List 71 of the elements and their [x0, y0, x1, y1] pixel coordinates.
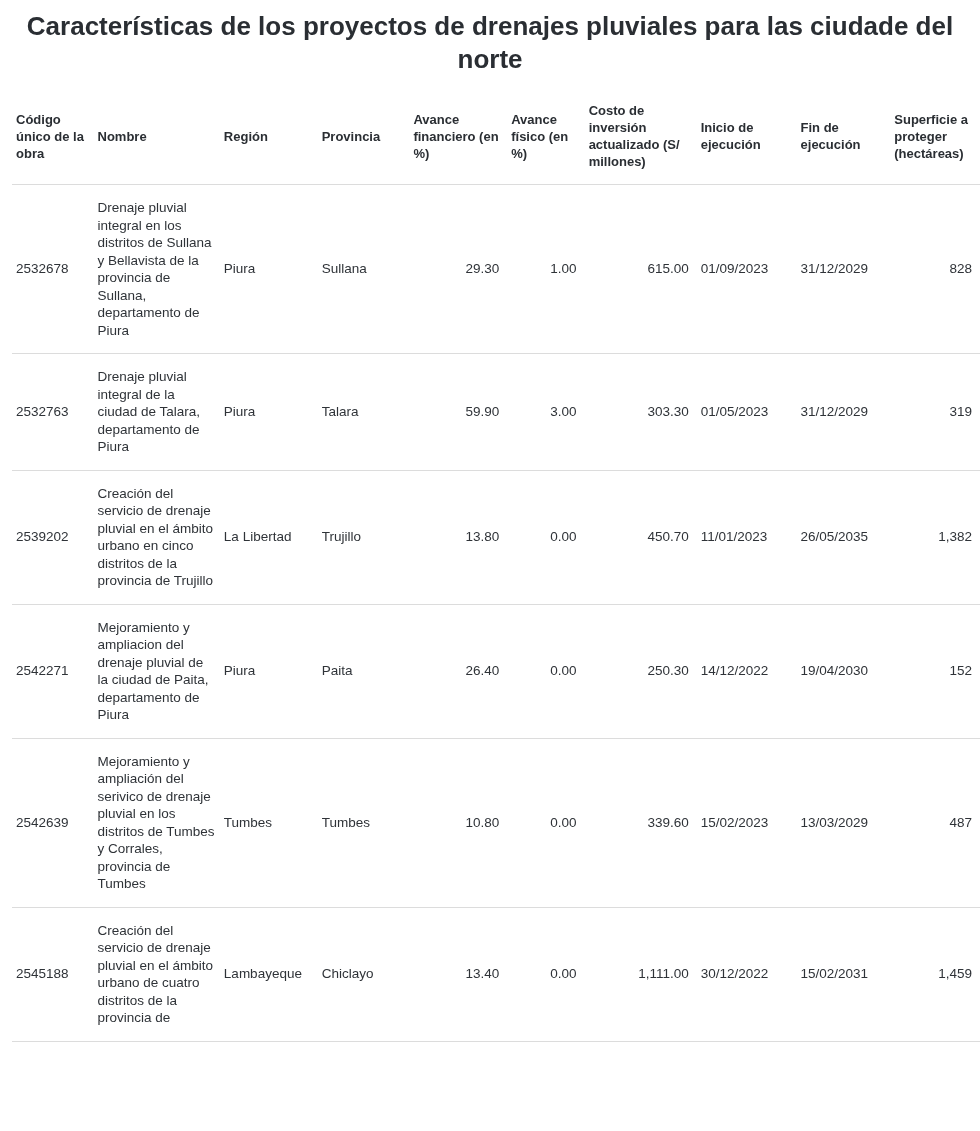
table-cell: 26.40: [409, 604, 508, 738]
table-cell: Paita: [317, 604, 410, 738]
page-title: Características de los proyectos de drenajes pluviales para las ciudade del norte: [25, 10, 955, 76]
table-cell: 59.90: [409, 353, 508, 470]
table-cell: Piura: [219, 604, 318, 738]
table-cell: 15/02/2031: [796, 907, 891, 1041]
table-cell: 2542271: [12, 604, 94, 738]
column-header: Inicio de ejecución: [696, 102, 797, 185]
table-cell: 13.40: [409, 907, 508, 1041]
table-cell: 15/02/2023: [696, 738, 797, 907]
table-cell: 450.70: [584, 470, 697, 604]
table-cell: 2532678: [12, 184, 94, 354]
table-cell: 2542639: [12, 738, 94, 907]
table-cell: Mejoramiento y ampliación del serivico de drenaje pluvial en los distritos de Tumbes y Corrales, provincia de Tumbes: [93, 738, 220, 907]
table-cell: 2545188: [12, 907, 94, 1041]
table-cell: Drenaje pluvial integral en los distritos de Sullana y Bellavista de la provincia de Sullana, departamento de Piura: [93, 184, 220, 354]
table-cell: 11/01/2023: [696, 470, 797, 604]
column-header: Superficie a proteger (hectáreas): [890, 102, 980, 185]
table-cell: 13.80: [409, 470, 508, 604]
table-cell: 828: [890, 184, 980, 354]
table-cell: 10.80: [409, 738, 508, 907]
table-cell: 250.30: [584, 604, 697, 738]
column-header: Costo de inversión actualizado (S/ millones): [584, 102, 697, 185]
table-cell: 339.60: [584, 738, 697, 907]
table-cell: 303.30: [584, 353, 697, 470]
table-cell: 19/04/2030: [796, 604, 891, 738]
table-cell: 0.00: [507, 470, 585, 604]
column-header: Fin de ejecución: [796, 102, 891, 185]
column-header: Avance financiero (en %): [409, 102, 508, 185]
table-cell: La Libertad: [219, 470, 318, 604]
column-header: Provincia: [317, 102, 410, 185]
table-cell: 1,111.00: [584, 907, 697, 1041]
table-cell: Chiclayo: [317, 907, 410, 1041]
table-cell: 3.00: [507, 353, 585, 470]
table-cell: 0.00: [507, 907, 585, 1041]
column-header: Nombre: [93, 102, 220, 185]
table-cell: 2532763: [12, 353, 94, 470]
table-cell: Tumbes: [317, 738, 410, 907]
table-cell: 319: [890, 353, 980, 470]
table-cell: 0.00: [507, 738, 585, 907]
table-cell: 31/12/2029: [796, 353, 891, 470]
table-cell: 30/12/2022: [696, 907, 797, 1041]
table-cell: 31/12/2029: [796, 184, 891, 354]
table-cell: 29.30: [409, 184, 508, 354]
table-cell: 0.00: [507, 604, 585, 738]
table-cell: 487: [890, 738, 980, 907]
table-cell: 1,459: [890, 907, 980, 1041]
table-cell: Talara: [317, 353, 410, 470]
table-cell: Lambayeque: [219, 907, 318, 1041]
table-cell: Piura: [219, 184, 318, 354]
table-cell: 26/05/2035: [796, 470, 891, 604]
table-cell: Creación del servicio de drenaje pluvial en el ámbito urbano en cinco distritos de la provincia de Trujillo: [93, 470, 220, 604]
table-cell: Creación del servicio de drenaje pluvial en el ámbito urbano de cuatro distritos de la provincia de: [93, 907, 220, 1041]
column-header: Código único de la obra: [12, 102, 94, 185]
table-cell: Mejoramiento y ampliacion del drenaje pluvial de la ciudad de Paita, departamento de Piura: [93, 604, 220, 738]
column-header: Región: [219, 102, 318, 185]
table-cell: 1,382: [890, 470, 980, 604]
table-cell: Trujillo: [317, 470, 410, 604]
table-cell: Piura: [219, 353, 318, 470]
table-cell: 13/03/2029: [796, 738, 891, 907]
table-cell: 01/05/2023: [696, 353, 797, 470]
table-cell: 01/09/2023: [696, 184, 797, 354]
table-cell: 152: [890, 604, 980, 738]
table-cell: Tumbes: [219, 738, 318, 907]
table-cell: 615.00: [584, 184, 697, 354]
table-cell: 2539202: [12, 470, 94, 604]
table-cell: Sullana: [317, 184, 410, 354]
column-header: Avance físico (en %): [507, 102, 585, 185]
table-cell: 14/12/2022: [696, 604, 797, 738]
table-cell: Drenaje pluvial integral de la ciudad de Talara, departamento de Piura: [93, 353, 220, 470]
table-cell: 1.00: [507, 184, 585, 354]
